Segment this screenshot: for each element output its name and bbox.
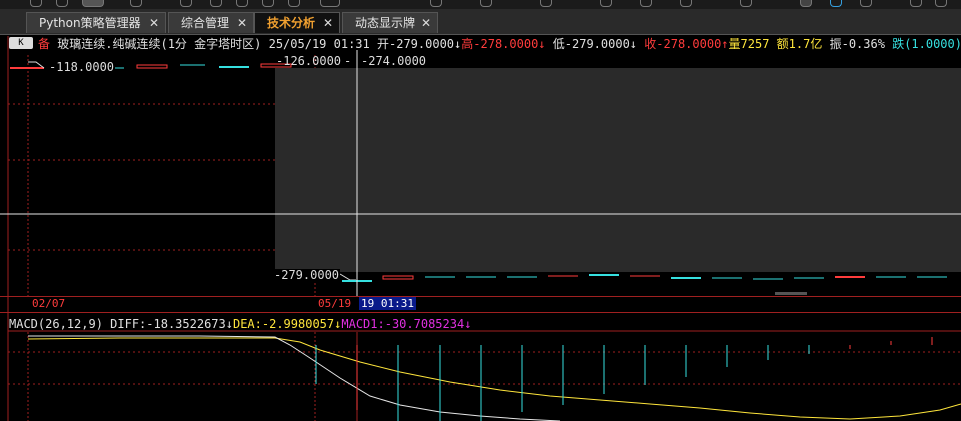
quote-close: 收-278.0000 — [644, 37, 722, 51]
quote-volume: 量7257 — [728, 37, 770, 51]
ma-line — [339, 273, 356, 281]
scrollbar-handle[interactable] — [775, 292, 807, 295]
down-arrow-icon: ↓ — [464, 317, 472, 331]
price-label-mid-top: -126.0000 — [276, 54, 342, 68]
macd-value: MACD1:-30.7085234 — [341, 317, 465, 331]
time-label-mid: 05/19 — [318, 297, 352, 310]
price-range-region — [275, 68, 961, 272]
crosshair-price-label: -274.0000 — [361, 54, 427, 68]
price-label-mid-bottom: -279.0000 — [273, 268, 341, 282]
down-arrow-icon: ↓ — [225, 317, 233, 331]
time-axis — [0, 296, 961, 313]
down-arrow-icon: ↓ — [629, 37, 638, 51]
candle — [382, 275, 414, 280]
quote-tag: 备 — [38, 37, 51, 51]
time-label-left: 02/07 — [32, 297, 66, 310]
quote-amplitude: 振-0.36% — [829, 37, 885, 51]
instrument-name: 玻璃连续.纯碱连续(1分 金字塔时区) — [57, 37, 262, 51]
candle — [136, 64, 168, 69]
chart-type-button[interactable]: K — [9, 37, 33, 49]
macd-title: MACD(26,12,9) — [9, 317, 103, 331]
quote-high: 高-278.0000 — [461, 37, 539, 51]
quote-open: 开-279.0000 — [377, 37, 455, 51]
quote-amount: 额1.7亿 — [776, 37, 823, 51]
macd-info-bar: MACD(26,12,9) DIFF:-18.3522673↓DEA:-2.99… — [9, 317, 471, 331]
up-arrow-icon: ↑ — [721, 37, 729, 51]
crosshair-time-label: 19 01:31 — [359, 297, 416, 310]
quote-datetime: 25/05/19 01:31 — [268, 37, 370, 51]
price-label-separator: - — [344, 54, 352, 68]
macd-diff-line — [28, 335, 561, 421]
down-arrow-icon: ↓ — [538, 37, 546, 51]
macd-dea: DEA:-2.9980057 — [232, 317, 335, 331]
macd-diff: DIFF:-18.3522673 — [110, 317, 226, 331]
quote-change: 跌(1.0000) — [892, 37, 961, 51]
quote-info-bar: 备 玻璃连续.纯碱连续(1分 金字塔时区) 25/05/19 01:31 开-2… — [38, 36, 961, 52]
chart-canvas[interactable] — [0, 0, 961, 421]
quote-low: 低-279.0000 — [552, 37, 630, 51]
price-label-left-top: -118.0000 — [48, 60, 116, 74]
macd-dea-line — [27, 337, 961, 420]
